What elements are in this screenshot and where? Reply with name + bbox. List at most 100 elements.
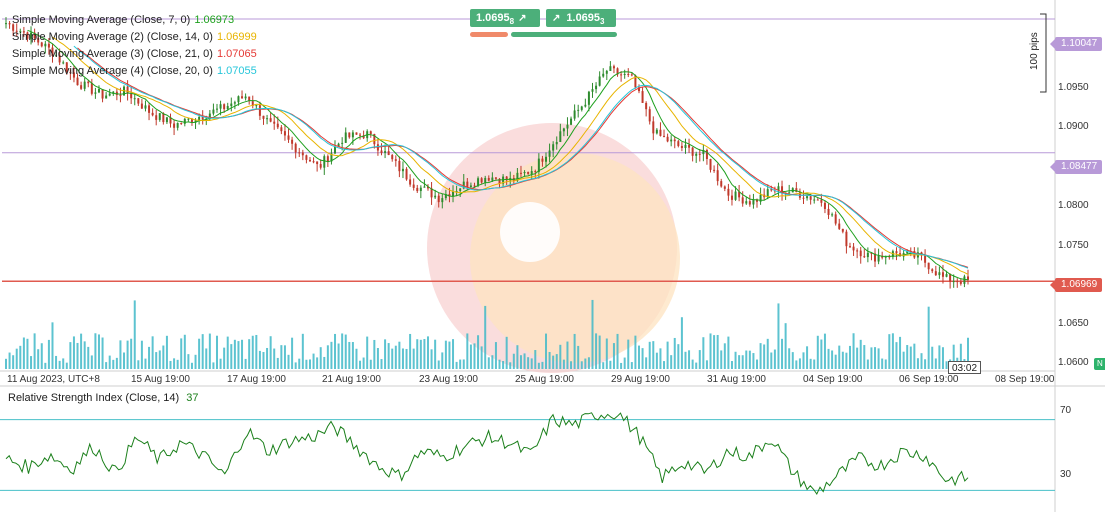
- volume-bar: [684, 351, 687, 369]
- candle-body: [684, 144, 687, 149]
- volume-bar: [734, 351, 737, 369]
- volume-bar: [80, 333, 83, 369]
- volume-bar: [748, 350, 751, 369]
- current-price-tag[interactable]: 1.06969: [1049, 278, 1103, 292]
- volume-bar: [927, 306, 930, 369]
- volume-bar: [595, 333, 598, 369]
- candle-body: [745, 201, 748, 204]
- volume-bar: [155, 352, 158, 369]
- volume-bar: [366, 336, 369, 369]
- candle-body: [151, 112, 154, 116]
- candle-body: [348, 132, 351, 138]
- volume-bar: [612, 343, 615, 369]
- candle-body: [351, 132, 354, 138]
- volume-bar: [659, 348, 662, 369]
- volume-bar: [477, 335, 480, 369]
- volume-bar: [101, 337, 104, 369]
- candle-body: [416, 187, 419, 192]
- volume-bar: [577, 345, 580, 369]
- volume-bar: [655, 352, 658, 369]
- volume-bar: [387, 343, 390, 369]
- volume-bar: [269, 336, 272, 369]
- volume-bar: [15, 348, 18, 369]
- sma-legend-1[interactable]: Simple Moving Average (Close, 7, 0) 1.069…: [12, 13, 234, 27]
- volume-bar: [69, 342, 72, 369]
- candle-body: [298, 152, 301, 154]
- sma-legend-3[interactable]: Simple Moving Average (3) (Close, 21, 0)…: [12, 47, 257, 61]
- volume-bar: [913, 343, 916, 369]
- volume-bar: [602, 362, 605, 369]
- volume-bar: [813, 359, 816, 369]
- volume-bar: [562, 359, 565, 369]
- sma-legend-value: 1.07055: [216, 65, 257, 77]
- candle-body: [437, 195, 440, 203]
- rsi-legend[interactable]: Relative Strength Index (Close, 14) 37: [8, 392, 199, 404]
- volume-bar: [652, 341, 655, 369]
- volume-bar: [416, 339, 419, 369]
- volume-bar: [55, 355, 58, 369]
- volume-bar: [899, 336, 902, 369]
- volume-bar: [695, 362, 698, 369]
- candle-body: [863, 256, 866, 258]
- volume-bar: [548, 351, 551, 369]
- volume-bar: [545, 333, 548, 369]
- volume-bar: [169, 360, 172, 369]
- volume-bar: [713, 335, 716, 369]
- candle-body: [562, 128, 565, 132]
- volume-bar: [37, 349, 40, 369]
- buy-button[interactable]: ↗ 1.06953: [546, 9, 616, 27]
- volume-bar: [863, 345, 866, 369]
- volume-bar: [841, 351, 844, 369]
- time-axis-tick: 11 Aug 2023, UTC+8: [7, 374, 100, 385]
- volume-bar: [448, 341, 451, 369]
- volume-bar: [22, 337, 25, 369]
- volume-bar: [788, 348, 791, 369]
- candle-body: [806, 196, 809, 199]
- volume-bar: [627, 339, 630, 369]
- volume-bar: [76, 342, 79, 369]
- edge-badge[interactable]: N: [1094, 358, 1105, 370]
- volume-bar: [212, 362, 215, 369]
- candle-body: [319, 164, 322, 168]
- candle-body: [612, 66, 615, 69]
- candle-body: [748, 201, 751, 205]
- candle-body: [856, 250, 859, 252]
- candle-body: [223, 104, 226, 110]
- candle-body: [8, 23, 11, 25]
- candle-body: [956, 281, 959, 283]
- candle-body: [559, 131, 562, 142]
- sma-legend-label: Simple Moving Average (3) (Close, 21, 0): [12, 48, 213, 60]
- volume-bar: [330, 341, 333, 369]
- volume-bar: [308, 359, 311, 369]
- candle-body: [831, 214, 834, 216]
- price-line-value: 1.06969: [1061, 279, 1098, 290]
- price-line-tag-1[interactable]: 1.10047: [1049, 37, 1103, 51]
- candle-body: [519, 172, 522, 174]
- candle-body: [305, 155, 308, 160]
- sma-legend-2[interactable]: Simple Moving Average (2) (Close, 14, 0)…: [12, 30, 257, 44]
- volume-bar: [215, 335, 218, 369]
- candle-body: [802, 197, 805, 199]
- volume-bar: [72, 336, 75, 369]
- candle-body: [491, 177, 494, 181]
- candle-body: [291, 139, 294, 144]
- rsi-legend-value: 37: [186, 392, 199, 404]
- volume-bar: [151, 336, 154, 369]
- candle-body: [101, 89, 104, 99]
- sell-button[interactable]: 1.06958 ↗: [470, 9, 540, 27]
- candle-body: [691, 147, 694, 156]
- candle-body: [605, 70, 608, 74]
- volume-bar: [208, 333, 211, 369]
- volume-bar: [691, 359, 694, 369]
- price-line-tag-2[interactable]: 1.08477: [1049, 160, 1103, 174]
- candle-body: [670, 139, 673, 142]
- candle-body: [262, 115, 265, 119]
- candle-body: [580, 106, 583, 110]
- sma-legend-4[interactable]: Simple Moving Average (4) (Close, 20, 0)…: [12, 64, 257, 78]
- volume-bar: [344, 334, 347, 369]
- candle-body: [387, 151, 390, 156]
- volume-bar: [591, 299, 594, 369]
- volume-bar: [630, 362, 633, 369]
- volume-bar: [938, 345, 941, 369]
- volume-bar: [784, 323, 787, 369]
